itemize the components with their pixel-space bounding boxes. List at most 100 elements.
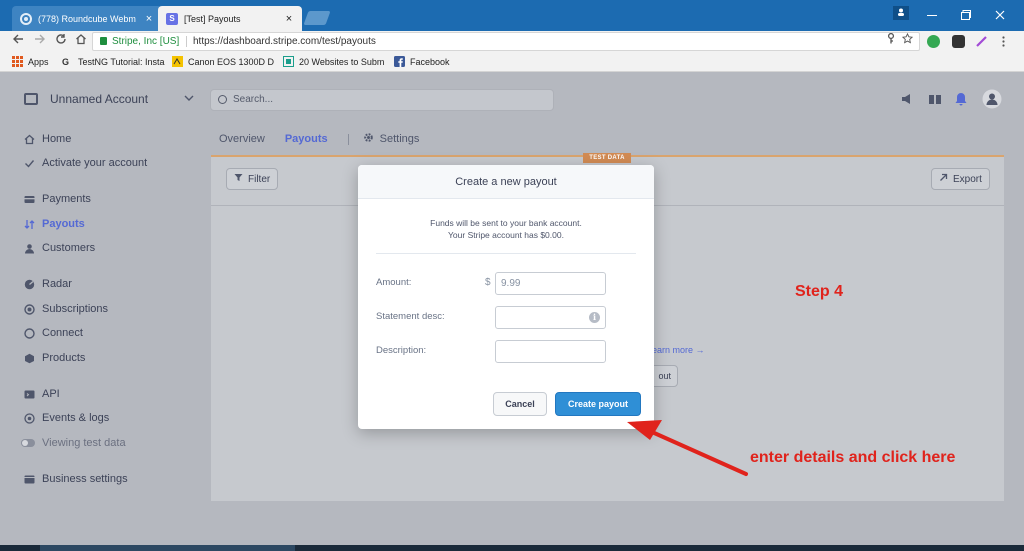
secure-label: Stripe, Inc [US] bbox=[112, 36, 180, 47]
sidebar-item-label: Products bbox=[42, 352, 86, 364]
home-icon bbox=[24, 134, 35, 145]
key-icon[interactable] bbox=[887, 32, 895, 50]
bookmark-testng[interactable]: G TestNG Tutorial: Insta bbox=[62, 56, 165, 68]
account-switcher[interactable]: Unnamed Account bbox=[24, 92, 194, 106]
sidebar-item-label: Connect bbox=[42, 327, 83, 339]
tab-close-icon[interactable]: × bbox=[284, 13, 294, 25]
evernote-extension-icon[interactable] bbox=[952, 35, 965, 48]
sidebar-item-home[interactable]: Home bbox=[24, 133, 71, 145]
canon-favicon-icon bbox=[172, 56, 183, 67]
bookmark-facebook[interactable]: Facebook bbox=[394, 56, 450, 67]
omni-separator bbox=[186, 36, 187, 47]
roundcube-favicon-icon bbox=[20, 12, 32, 25]
chevron-down-icon bbox=[184, 92, 194, 107]
create-payout-button[interactable]: Create payout bbox=[555, 392, 641, 416]
sidebar-item-label: Subscriptions bbox=[42, 303, 109, 315]
search-placeholder: Search... bbox=[233, 94, 274, 105]
url-text: https://dashboard.stripe.com/test/payout… bbox=[193, 36, 376, 47]
sidebar-item-connect[interactable]: Connect bbox=[24, 327, 83, 339]
events-icon bbox=[24, 412, 35, 424]
notifications-bell-icon[interactable] bbox=[954, 92, 968, 106]
step-annotation: Step 4 bbox=[795, 283, 844, 300]
payouts-icon bbox=[24, 219, 35, 230]
cancel-button[interactable]: Cancel bbox=[493, 392, 547, 416]
sidebar-item-payouts[interactable]: Payouts bbox=[24, 218, 85, 230]
description-input[interactable] bbox=[495, 340, 606, 363]
sidebar-item-customers[interactable]: Customers bbox=[24, 242, 95, 254]
test-data-toggle[interactable]: Viewing test data bbox=[20, 437, 126, 449]
sidebar-item-label: Payouts bbox=[42, 218, 85, 230]
bookmark-label: Facebook bbox=[410, 56, 450, 67]
statement-desc-label: Statement desc: bbox=[376, 311, 445, 322]
learn-more-link[interactable]: earn more → bbox=[652, 345, 705, 355]
sidebar-item-api[interactable]: API bbox=[24, 388, 60, 400]
stripe-favicon-icon: S bbox=[166, 12, 178, 25]
sidebar-item-label: Viewing test data bbox=[42, 437, 126, 449]
filter-label: Filter bbox=[248, 173, 271, 185]
announcement-icon[interactable] bbox=[900, 92, 914, 106]
bookmark-label: 20 Websites to Subm bbox=[299, 56, 385, 67]
browser-tab-roundcube[interactable]: (778) Roundcube Webm × bbox=[12, 6, 162, 31]
testng-favicon-icon: G bbox=[62, 57, 69, 67]
forward-arrow-icon[interactable] bbox=[32, 33, 48, 49]
browser-menu-icon[interactable] bbox=[997, 35, 1010, 48]
sidebar-item-business-settings[interactable]: Business settings bbox=[24, 473, 128, 485]
modal-divider bbox=[376, 253, 636, 254]
tab-close-icon[interactable]: × bbox=[144, 13, 154, 25]
user-avatar-icon[interactable] bbox=[982, 89, 1002, 109]
sidebar-item-payments[interactable]: Payments bbox=[24, 193, 91, 205]
reload-icon[interactable] bbox=[53, 33, 69, 49]
tab-payouts[interactable]: Payouts bbox=[285, 133, 328, 145]
export-label: Export bbox=[953, 173, 982, 185]
amount-input[interactable]: 9.99 bbox=[495, 272, 606, 295]
sidebar-item-subscriptions[interactable]: Subscriptions bbox=[24, 303, 108, 315]
tab-overview[interactable]: Overview bbox=[219, 133, 265, 145]
payments-icon bbox=[24, 194, 35, 205]
sidebar-item-label: Customers bbox=[42, 242, 96, 254]
docs-icon[interactable] bbox=[928, 92, 942, 106]
new-tab-button[interactable] bbox=[303, 11, 331, 25]
bookmark-websites[interactable]: 20 Websites to Subm bbox=[283, 56, 384, 67]
grammarly-extension-icon[interactable] bbox=[927, 35, 940, 48]
statement-desc-input[interactable]: i bbox=[495, 306, 606, 329]
bookmark-canon[interactable]: Canon EOS 1300D D bbox=[172, 56, 274, 67]
address-bar[interactable]: Stripe, Inc [US] https://dashboard.strip… bbox=[92, 32, 920, 51]
export-button[interactable]: Export bbox=[931, 168, 990, 190]
minimize-icon[interactable] bbox=[918, 6, 946, 24]
account-icon bbox=[24, 93, 38, 105]
info-icon[interactable]: i bbox=[589, 312, 600, 323]
tab-settings[interactable]: Settings bbox=[380, 133, 420, 145]
svg-text:G: G bbox=[62, 57, 69, 67]
currency-symbol: $ bbox=[485, 277, 491, 288]
user-profile-icon[interactable] bbox=[893, 6, 909, 20]
sidebar-item-label: Radar bbox=[42, 278, 72, 290]
pen-extension-icon[interactable] bbox=[975, 35, 988, 48]
gear-icon bbox=[363, 132, 374, 146]
bookmark-apps[interactable]: Apps bbox=[12, 56, 49, 67]
sidebar-item-radar[interactable]: Radar bbox=[24, 278, 72, 290]
connect-icon bbox=[24, 327, 35, 339]
restore-icon[interactable] bbox=[952, 6, 980, 24]
back-arrow-icon[interactable] bbox=[10, 33, 26, 49]
check-icon bbox=[24, 158, 35, 169]
header-icons bbox=[900, 89, 1010, 109]
close-window-icon[interactable] bbox=[986, 6, 1014, 24]
taskbar-strip bbox=[0, 545, 1024, 551]
payouts-subnav: Overview Payouts Settings bbox=[219, 132, 439, 146]
sidebar-item-activate[interactable]: Activate your account bbox=[24, 157, 147, 169]
bookmark-star-icon[interactable] bbox=[901, 32, 914, 50]
search-input[interactable]: Search... bbox=[210, 89, 554, 111]
sidebar-item-label: Events & logs bbox=[42, 412, 110, 424]
modal-info-line: Your Stripe account has $0.00. bbox=[448, 230, 564, 240]
tab-title: [Test] Payouts bbox=[184, 13, 241, 24]
sidebar-item-label: Activate your account bbox=[42, 157, 148, 169]
filter-button[interactable]: Filter bbox=[226, 168, 279, 190]
lock-icon bbox=[100, 37, 107, 45]
bookmark-label: Apps bbox=[28, 56, 49, 67]
home-browser-icon[interactable] bbox=[73, 33, 89, 49]
test-data-badge: TEST DATA bbox=[583, 153, 631, 163]
browser-tab-payouts[interactable]: S [Test] Payouts × bbox=[158, 6, 302, 31]
subnav-divider bbox=[347, 133, 349, 145]
sidebar-item-products[interactable]: Products bbox=[24, 352, 85, 364]
sidebar-item-events[interactable]: Events & logs bbox=[24, 412, 109, 424]
